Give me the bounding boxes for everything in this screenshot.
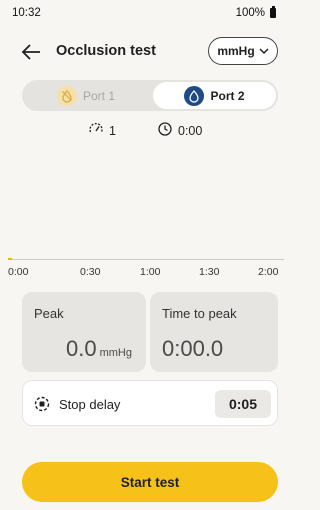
peak-value: 0.0 <box>66 336 97 361</box>
info-row: 1 0:00 <box>0 121 288 141</box>
battery-icon <box>270 6 276 18</box>
pressure-chart: 0:00 0:30 1:00 1:30 2:00 <box>0 148 288 283</box>
chevron-down-icon <box>259 44 269 58</box>
tick-label: 1:00 <box>140 266 161 278</box>
status-time: 10:32 <box>12 7 41 19</box>
stop-delay-row[interactable]: Stop delay 0:05 <box>22 380 278 426</box>
port-1-label: Port 1 <box>82 88 115 103</box>
peak-card: Peak 0.0 mmHg <box>22 292 146 372</box>
time-to-peak-value-row: 0:00.0 <box>162 336 223 362</box>
unit-value: mmHg <box>217 44 255 58</box>
status-right: 100% <box>235 6 276 19</box>
elapsed-time-value: 0:00 <box>178 123 203 138</box>
time-to-peak-label: Time to peak <box>162 306 237 321</box>
drop-icon <box>184 85 205 106</box>
elapsed-time: 0:00 <box>157 121 202 140</box>
battery-percent: 100% <box>235 7 265 19</box>
clock-icon <box>157 121 173 140</box>
stop-delay-icon <box>33 395 51 413</box>
tick-label: 2:00 <box>258 266 279 278</box>
tick-label: 0:30 <box>80 266 101 278</box>
tick-label: 0:00 <box>8 266 29 278</box>
chart-start-marker <box>8 258 12 260</box>
chart-x-axis <box>8 259 284 260</box>
unit-select[interactable]: mmHg <box>208 37 278 65</box>
time-to-peak-card: Time to peak 0:00.0 <box>150 292 278 372</box>
pump-count-value: 1 <box>109 123 116 138</box>
gauge-icon <box>88 121 104 140</box>
pump-count: 1 <box>88 121 116 140</box>
port-2-label: Port 2 <box>210 88 245 103</box>
time-to-peak-value: 0:00.0 <box>162 336 224 361</box>
tab-port-1[interactable]: Port 1 <box>24 82 148 109</box>
peak-value-row: 0.0 mmHg <box>66 336 132 362</box>
start-test-button[interactable]: Start test <box>22 462 278 502</box>
status-bar: 10:32 100% <box>0 0 288 26</box>
peak-label: Peak <box>34 306 64 321</box>
page-title: Occlusion test <box>56 43 156 59</box>
app-bar: Occlusion test mmHg <box>0 34 288 70</box>
peak-unit: mmHg <box>99 347 132 359</box>
drop-off-icon <box>56 85 77 106</box>
back-arrow-icon[interactable] <box>20 42 42 62</box>
stop-delay-value[interactable]: 0:05 <box>215 390 271 418</box>
stop-delay-label: Stop delay <box>59 397 121 412</box>
tab-port-2[interactable]: Port 2 <box>153 82 276 109</box>
tick-label: 1:30 <box>199 266 220 278</box>
port-toggle: Port 1 Port 2 <box>22 80 278 111</box>
